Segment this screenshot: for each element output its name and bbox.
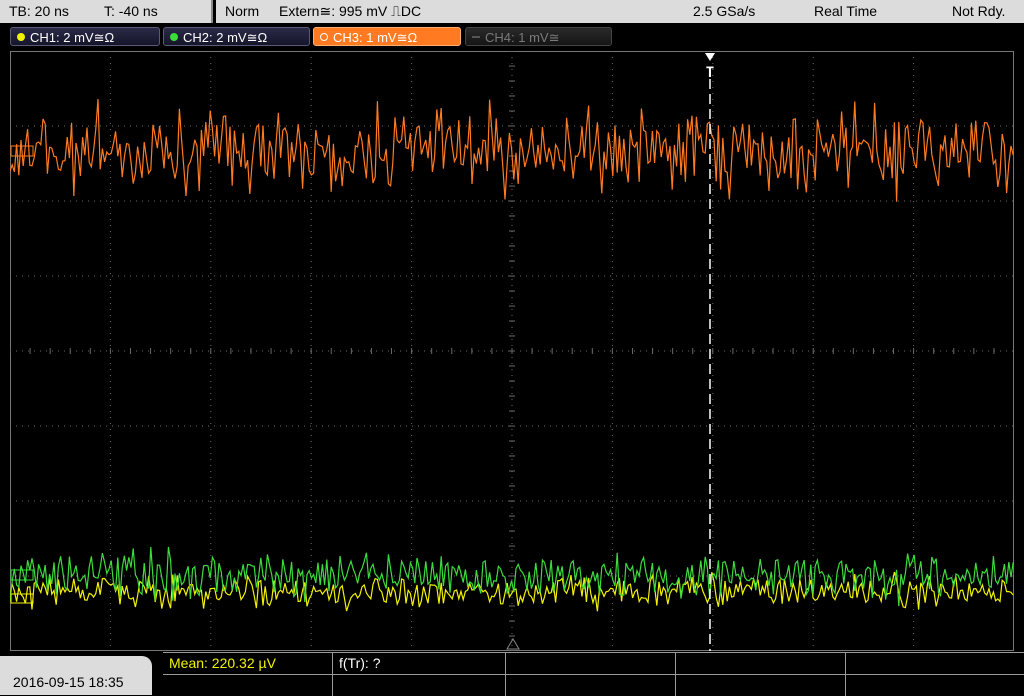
center-marker-icon <box>506 638 520 650</box>
channel-label: CH1: 2 mV≅Ω <box>30 30 115 45</box>
trigger-marker: T <box>706 65 714 81</box>
channel-tab-ch2[interactable]: CH2: 2 mV≅Ω <box>163 27 310 46</box>
channel-label: CH4: 1 mV≅ <box>485 30 560 45</box>
ch2-indicator-icon <box>170 33 178 41</box>
ch1-indicator-icon <box>17 33 25 41</box>
measurement-mean[interactable]: Mean: 220.32 µV <box>163 653 333 674</box>
acquisition-state: Not Rdy. <box>952 3 1006 19</box>
measurement-slot-10[interactable] <box>846 674 1024 696</box>
measurement-ftr[interactable]: f(Tr): ? <box>333 653 506 674</box>
channel-tab-ch4[interactable]: CH4: 1 mV≅ <box>465 27 612 46</box>
trigger-source: Extern≅: 995 mV ⎍DC <box>279 3 422 19</box>
measurement-slot-8[interactable] <box>506 674 676 696</box>
trigger-arrow-icon <box>705 53 715 61</box>
datetime: 2016-09-15 18:35 <box>13 674 124 690</box>
channel-label: CH2: 2 mV≅Ω <box>183 30 268 45</box>
measurement-panel[interactable]: Mean: 220.32 µV f(Tr): ? <box>163 652 1024 696</box>
channel-bar: CH1: 2 mV≅Ω CH2: 2 mV≅Ω CH3: 1 mV≅Ω CH4:… <box>0 24 1024 50</box>
channel-tab-ch3[interactable]: CH3: 1 mV≅Ω <box>313 27 461 46</box>
channel-label: CH3: 1 mV≅Ω <box>333 30 418 45</box>
timebase-panel[interactable]: TB: 20 ns T: -40 ns <box>0 0 213 23</box>
datetime-panel: 2016-09-15 18:35 <box>0 656 152 695</box>
measurement-slot-9[interactable] <box>676 674 846 696</box>
trigger-mode: Norm <box>225 3 260 19</box>
measurement-slot-6[interactable] <box>163 674 333 696</box>
waveform-display[interactable]: T <box>10 51 1014 651</box>
measurement-slot-4[interactable] <box>676 653 846 674</box>
ftr-value: f(Tr): ? <box>339 655 381 671</box>
measurement-slot-3[interactable] <box>506 653 676 674</box>
ch4-indicator-icon <box>472 36 480 38</box>
status-bar[interactable]: Norm Extern≅: 995 mV ⎍DC 2.5 GSa/s Real … <box>216 0 1024 23</box>
mean-value: Mean: 220.32 µV <box>169 655 276 671</box>
sample-rate: 2.5 GSa/s <box>693 3 756 19</box>
trigger-time-readout: T: -40 ns <box>104 3 158 19</box>
channel-tab-ch1[interactable]: CH1: 2 mV≅Ω <box>10 27 160 46</box>
measurement-slot-7[interactable] <box>333 674 506 696</box>
waveform-canvas: T <box>10 51 1014 651</box>
ch3-indicator-icon <box>320 33 328 41</box>
measurement-slot-5[interactable] <box>846 653 1024 674</box>
timebase-readout: TB: 20 ns <box>9 3 69 19</box>
acquisition-mode: Real Time <box>814 3 878 19</box>
